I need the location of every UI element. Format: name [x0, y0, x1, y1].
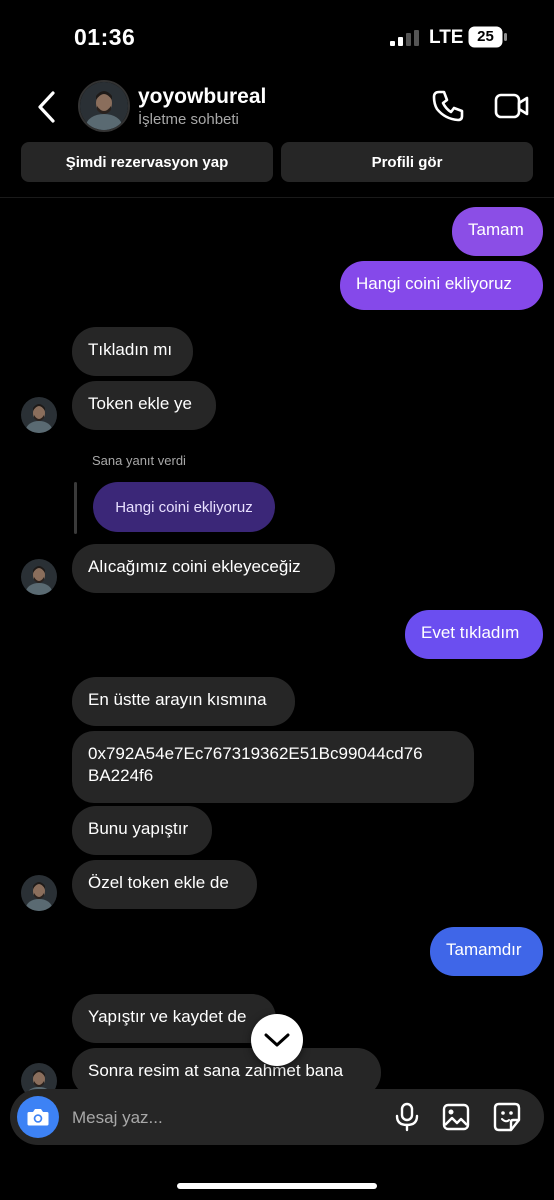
battery-icon: 25 — [468, 26, 508, 48]
gallery-icon[interactable] — [442, 1103, 470, 1131]
profile-avatar[interactable] — [78, 80, 130, 132]
sticker-icon[interactable] — [493, 1102, 521, 1132]
microphone-icon[interactable] — [394, 1102, 420, 1132]
message-line: 0x792A54e7Ec767319362E51Bc99044cd76 — [88, 744, 423, 763]
message-sent[interactable]: Evet tıkladım — [405, 610, 543, 659]
sender-avatar[interactable] — [21, 397, 57, 433]
camera-icon — [27, 1109, 49, 1126]
status-time: 01:36 — [74, 24, 136, 50]
battery-level: 25 — [477, 28, 494, 45]
message-received[interactable]: Alıcağımız coini ekleyeceğiz — [72, 544, 335, 593]
network-type: LTE — [429, 27, 464, 48]
header-divider — [0, 197, 554, 198]
message-received[interactable]: Token ekle ye — [72, 381, 216, 430]
view-profile-button[interactable]: Profili gör — [281, 142, 533, 182]
sender-avatar[interactable] — [21, 559, 57, 595]
reply-label: Sana yanıt verdi — [92, 453, 186, 468]
back-arrow-icon[interactable] — [34, 90, 60, 124]
message-sent[interactable]: Tamamdır — [430, 927, 543, 976]
message-received[interactable]: Yapıştır ve kaydet de — [72, 994, 276, 1043]
camera-button[interactable] — [17, 1096, 59, 1138]
cellular-signal-icon — [390, 30, 419, 46]
message-received[interactable]: Özel token ekle de — [72, 860, 257, 909]
reply-indicator-bar — [74, 482, 77, 534]
book-now-button[interactable]: Şimdi rezervasyon yap — [21, 142, 273, 182]
sender-avatar[interactable] — [21, 875, 57, 911]
chat-username[interactable]: yoyowbureal — [138, 85, 266, 109]
scroll-to-bottom-button[interactable] — [251, 1014, 303, 1066]
message-line: BA224f6 — [88, 766, 154, 785]
message-received[interactable]: Tıkladın mı — [72, 327, 193, 376]
video-camera-icon[interactable] — [494, 90, 530, 122]
message-received[interactable]: En üstte arayın kısmına — [72, 677, 295, 726]
message-received[interactable]: 0x792A54e7Ec767319362E51Bc99044cd76 BA22… — [72, 731, 474, 803]
home-indicator — [177, 1183, 377, 1189]
phone-icon[interactable] — [430, 88, 466, 124]
message-sent[interactable]: Tamam — [452, 207, 543, 256]
chevron-down-icon — [264, 1033, 290, 1047]
message-sent[interactable]: Hangi coini ekliyoruz — [340, 261, 543, 310]
message-input[interactable] — [72, 1106, 322, 1130]
quoted-message[interactable]: Hangi coini ekliyoruz — [93, 482, 275, 532]
chat-subtitle: İşletme sohbeti — [138, 111, 239, 128]
message-received[interactable]: Bunu yapıştır — [72, 806, 212, 855]
